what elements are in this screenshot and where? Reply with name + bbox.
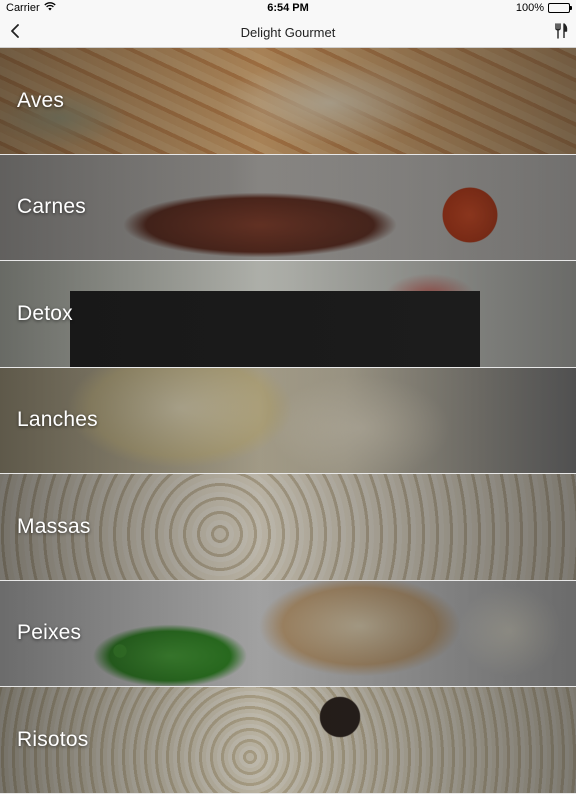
status-right: 100%: [515, 2, 572, 14]
navigation-bar: Delight Gourmet: [0, 18, 576, 48]
page-title: Delight Gourmet: [240, 25, 336, 40]
category-label: Peixes: [17, 621, 82, 645]
battery-percent: 100%: [515, 2, 544, 14]
category-label: Risotos: [17, 727, 89, 751]
category-label: Lanches: [17, 408, 98, 432]
category-list: Aves Carnes Detox Lanches Massas Peixes …: [0, 48, 576, 794]
fork-knife-icon: [554, 22, 568, 44]
category-row-carnes[interactable]: Carnes: [0, 154, 576, 261]
category-row-aves[interactable]: Aves: [0, 48, 576, 155]
category-label: Massas: [17, 514, 91, 538]
status-bar: Carrier 6:54 PM 100%: [0, 0, 576, 18]
category-label: Detox: [17, 301, 73, 325]
category-label: Aves: [17, 88, 65, 112]
category-row-massas[interactable]: Massas: [0, 474, 576, 581]
category-label: Carnes: [17, 195, 86, 219]
menu-button[interactable]: [550, 21, 572, 45]
battery-icon: [548, 3, 572, 13]
chevron-left-icon: [10, 23, 20, 43]
category-row-peixes[interactable]: Peixes: [0, 580, 576, 687]
category-row-detox[interactable]: Detox: [0, 261, 576, 368]
category-row-risotos[interactable]: Risotos: [0, 687, 576, 794]
status-time: 6:54 PM: [267, 2, 309, 14]
category-row-lanches[interactable]: Lanches: [0, 367, 576, 474]
back-button[interactable]: [4, 21, 26, 45]
